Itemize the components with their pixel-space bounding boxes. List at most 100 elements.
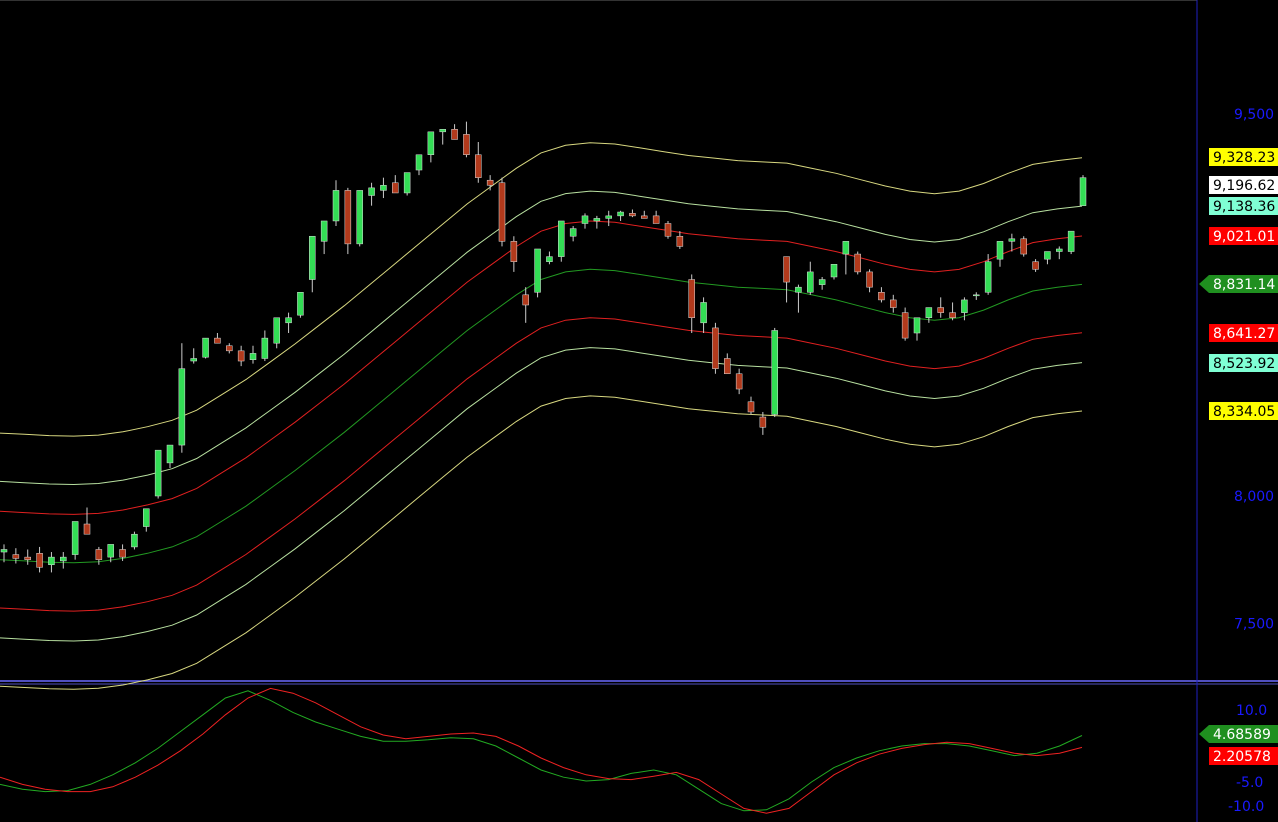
candle-body (368, 187, 375, 196)
candle-body (546, 256, 553, 262)
candle-body (676, 235, 684, 247)
candle-body (403, 172, 411, 194)
candle-body (48, 556, 55, 566)
candle-body (83, 523, 91, 535)
candle-body (771, 330, 778, 415)
candle (71, 521, 79, 560)
value-tag-label: 8,831.14 (1213, 277, 1275, 293)
candle-body (154, 449, 162, 497)
candle (901, 307, 909, 341)
value-tag-label: 8,523.92 (1213, 356, 1275, 372)
value-tag-label: 8,334.05 (1213, 404, 1275, 420)
candle (297, 292, 304, 318)
candle (154, 449, 162, 499)
candle-body (356, 190, 363, 245)
candle-body (1056, 248, 1063, 252)
candle-body (712, 327, 719, 369)
candle (1067, 230, 1075, 255)
candle-body (866, 271, 873, 288)
candle-body (1067, 230, 1075, 252)
candle-body (226, 345, 233, 352)
candle-body (214, 337, 221, 344)
candle (1020, 236, 1027, 257)
candle-body (249, 353, 257, 361)
oscillator-tick-label: -5.0 (1236, 775, 1263, 791)
candle-body (605, 215, 612, 219)
value-tag: 9,196.62 (1209, 176, 1278, 194)
candle-body (498, 182, 506, 242)
price-tick-label: 7,500 (1234, 616, 1274, 632)
price-tick-label: 8,000 (1234, 489, 1274, 505)
candle-body (510, 241, 518, 262)
candle-body (842, 241, 850, 255)
candle-body (878, 292, 885, 301)
candle-body (747, 401, 755, 413)
value-tag: 8,334.05 (1209, 402, 1278, 420)
oscillator-tick-label: 10.0 (1236, 703, 1267, 719)
candle-body (12, 554, 20, 559)
candle-body (202, 337, 209, 358)
value-tag-label: 9,196.62 (1213, 178, 1275, 194)
value-tag-label: 4.68589 (1213, 727, 1271, 743)
candle (403, 172, 411, 196)
candle-body (558, 220, 565, 257)
candle-body (984, 261, 992, 293)
candle-body (854, 253, 861, 273)
candle-body (641, 215, 648, 219)
candle-body (237, 350, 245, 362)
candle-body (759, 416, 767, 428)
candle (534, 248, 541, 298)
candle-body (807, 271, 814, 293)
candle-body (285, 317, 292, 324)
candle-body (1032, 261, 1039, 270)
candle (712, 322, 719, 374)
candle-body (735, 373, 743, 390)
candle (356, 190, 363, 247)
candle (771, 327, 778, 418)
candle-body (131, 533, 138, 548)
value-tag-label: 9,138.36 (1213, 199, 1275, 215)
candle-body (143, 508, 150, 527)
value-tag: 8,523.92 (1209, 354, 1278, 372)
candle-body (415, 154, 423, 171)
candle-body (949, 312, 956, 318)
candle-body (818, 279, 826, 285)
candle-body (795, 286, 802, 293)
value-tag: 2.20578 (1209, 747, 1278, 765)
candle-body (617, 211, 624, 217)
candle-body (451, 129, 458, 140)
candle-body (439, 129, 446, 133)
value-tag: 8,831.14 (1199, 275, 1278, 293)
value-tag-label: 9,021.01 (1213, 229, 1275, 245)
candle-body (392, 182, 399, 194)
candle (558, 220, 565, 262)
candle-body (0, 549, 8, 553)
candle-body (463, 134, 470, 155)
candle-body (24, 556, 31, 560)
candle-body (344, 190, 352, 245)
value-tag: 9,328.23 (1209, 148, 1278, 166)
candle-body (664, 223, 672, 237)
candle-body (913, 317, 921, 334)
candle-body (973, 294, 980, 297)
candle-body (830, 264, 838, 278)
value-tag-label: 9,328.23 (1213, 150, 1275, 166)
candle-body (380, 185, 387, 191)
candle-body (71, 521, 79, 555)
candle-body (320, 220, 328, 242)
candle-body (36, 553, 43, 568)
candle-body (95, 549, 103, 560)
candle-body (937, 307, 944, 313)
candle (1079, 175, 1087, 206)
value-tag: 4.68589 (1199, 725, 1278, 743)
candle-body (178, 368, 186, 446)
candle-body (309, 235, 316, 280)
candle-body (190, 358, 197, 362)
candle-body (60, 556, 67, 562)
candle-body (925, 307, 933, 318)
value-tag-label: 8,641.27 (1213, 326, 1275, 342)
candle-body (569, 228, 577, 237)
candle-body (1079, 177, 1087, 206)
candle-body (332, 190, 340, 222)
value-tag: 8,641.27 (1209, 324, 1278, 342)
